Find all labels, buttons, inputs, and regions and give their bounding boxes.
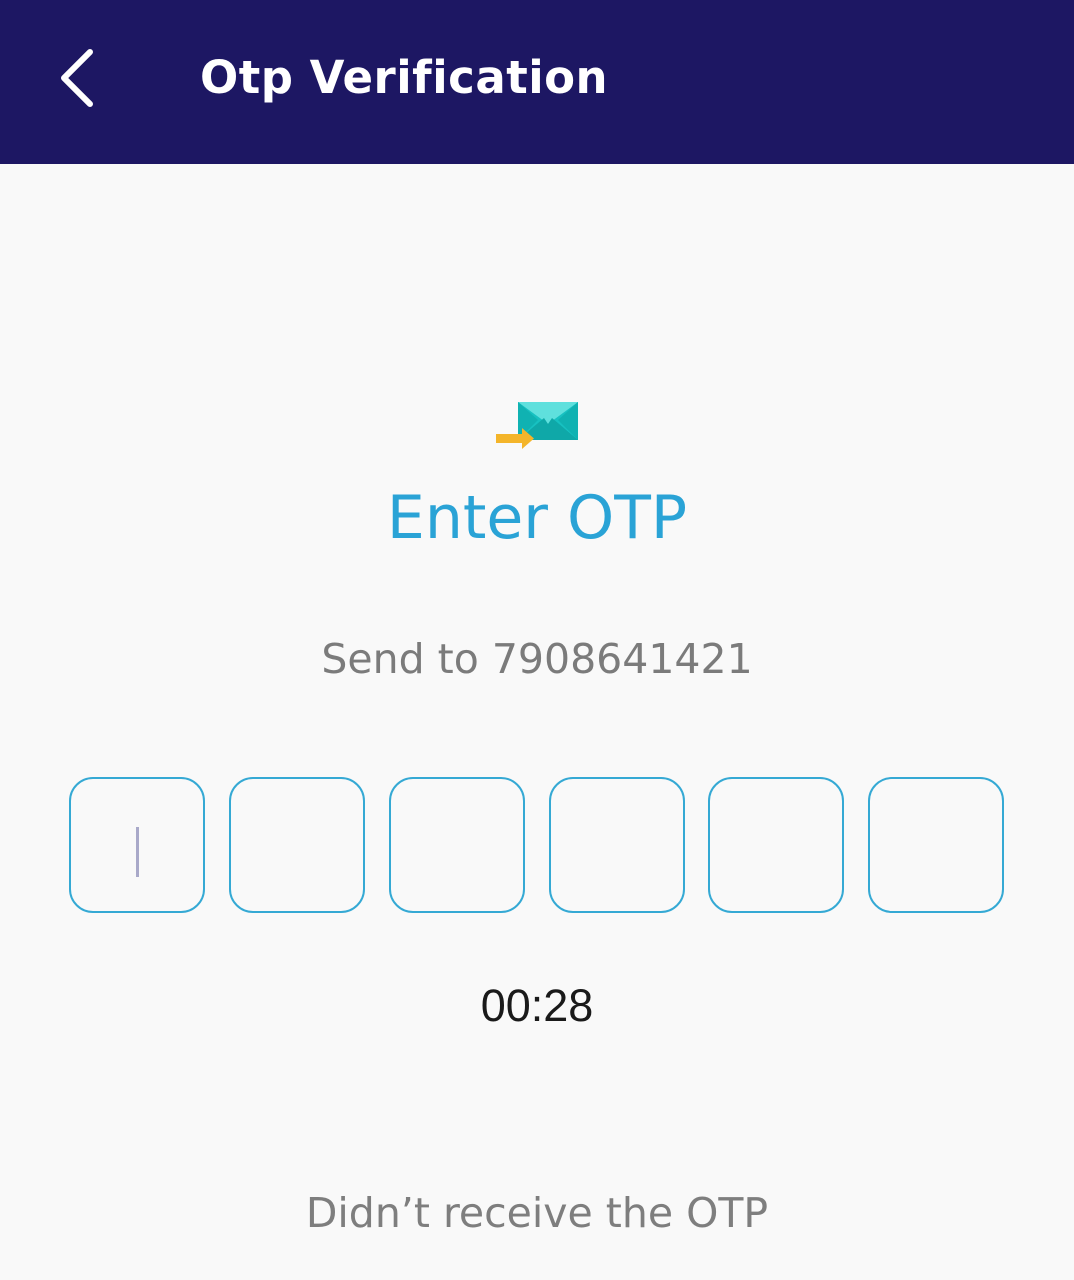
- sent-to-text: Send to 7908641421: [321, 635, 753, 683]
- enter-otp-heading: Enter OTP: [386, 483, 688, 553]
- app-bar: Otp Verification: [0, 0, 1074, 164]
- otp-digit-5[interactable]: [708, 777, 844, 913]
- otp-digit-6[interactable]: [868, 777, 1004, 913]
- page-title: Otp Verification: [200, 51, 609, 104]
- back-button[interactable]: [40, 36, 120, 120]
- otp-digit-2[interactable]: [229, 777, 365, 913]
- otp-digit-1[interactable]: [69, 777, 205, 913]
- resend-otp-prompt[interactable]: Didn’t receive the OTP: [0, 1186, 1074, 1240]
- countdown-timer: 00:28: [480, 980, 594, 1031]
- otp-digit-3[interactable]: [389, 777, 525, 913]
- otp-digit-4[interactable]: [549, 777, 685, 913]
- otp-input-group: [69, 777, 1005, 913]
- text-cursor: [136, 827, 139, 877]
- chevron-left-icon: [61, 49, 93, 107]
- send-mail-icon: [494, 400, 582, 452]
